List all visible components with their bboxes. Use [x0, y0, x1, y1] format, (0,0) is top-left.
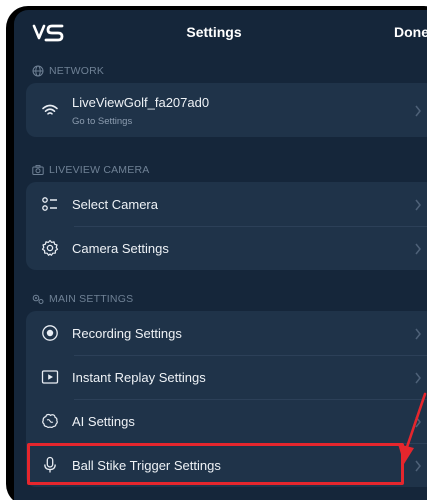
section-header-network: NETWORK: [32, 62, 104, 80]
wifi-icon: [40, 100, 60, 120]
recording-settings-label: Recording Settings: [72, 325, 182, 341]
globe-icon: [32, 65, 44, 77]
chevron-right-icon: [414, 371, 422, 384]
section-header-label: NETWORK: [49, 65, 105, 77]
play-box-icon: [40, 367, 60, 387]
section-header-main: MAIN SETTINGS: [32, 290, 133, 308]
network-row[interactable]: LiveViewGolf_fa207ad0 Go to Settings: [26, 83, 427, 137]
gears-icon: [32, 294, 44, 304]
network-card: LiveViewGolf_fa207ad0 Go to Settings: [26, 83, 427, 137]
settings-screen: Settings Done NETWORK LiveViewGolf_fa207…: [14, 10, 427, 500]
camera-settings-label: Camera Settings: [72, 240, 169, 256]
ball-strike-trigger-settings-row[interactable]: Ball Stike Trigger Settings: [26, 443, 427, 487]
list-select-icon: [40, 194, 60, 214]
camera-icon: [32, 165, 44, 175]
ai-settings-label: AI Settings: [72, 413, 135, 429]
select-camera-row[interactable]: Select Camera: [26, 182, 427, 226]
done-button[interactable]: Done: [394, 24, 427, 40]
top-bar: Settings Done: [14, 10, 427, 54]
chevron-right-icon: [414, 198, 422, 211]
network-name: LiveViewGolf_fa207ad0: [72, 95, 210, 110]
camera-card: Select Camera Camera Settings: [26, 182, 427, 270]
microphone-icon: [40, 455, 60, 475]
instant-replay-settings-row[interactable]: Instant Replay Settings: [26, 355, 427, 399]
recording-settings-row[interactable]: Recording Settings: [26, 311, 427, 355]
chevron-right-icon: [414, 459, 422, 472]
chevron-right-icon: [414, 327, 422, 340]
chevron-right-icon: [414, 104, 422, 117]
chevron-right-icon: [414, 242, 422, 255]
section-header-camera: LIVEVIEW CAMERA: [32, 161, 149, 179]
gear-icon: [40, 238, 60, 258]
ball-strike-trigger-settings-label: Ball Stike Trigger Settings: [72, 457, 221, 473]
main-settings-card: Recording Settings Instant Replay Settin…: [26, 311, 427, 487]
select-camera-label: Select Camera: [72, 196, 158, 212]
record-icon: [40, 323, 60, 343]
chevron-right-icon: [414, 415, 422, 428]
network-subtitle: Go to Settings: [72, 116, 133, 127]
instant-replay-settings-label: Instant Replay Settings: [72, 369, 206, 385]
section-header-label: MAIN SETTINGS: [49, 293, 134, 305]
page-title: Settings: [186, 24, 242, 40]
section-header-label: LIVEVIEW CAMERA: [49, 164, 150, 176]
ai-settings-row[interactable]: AI Settings: [26, 399, 427, 443]
camera-settings-row[interactable]: Camera Settings: [26, 226, 427, 270]
brain-icon: [40, 411, 60, 431]
